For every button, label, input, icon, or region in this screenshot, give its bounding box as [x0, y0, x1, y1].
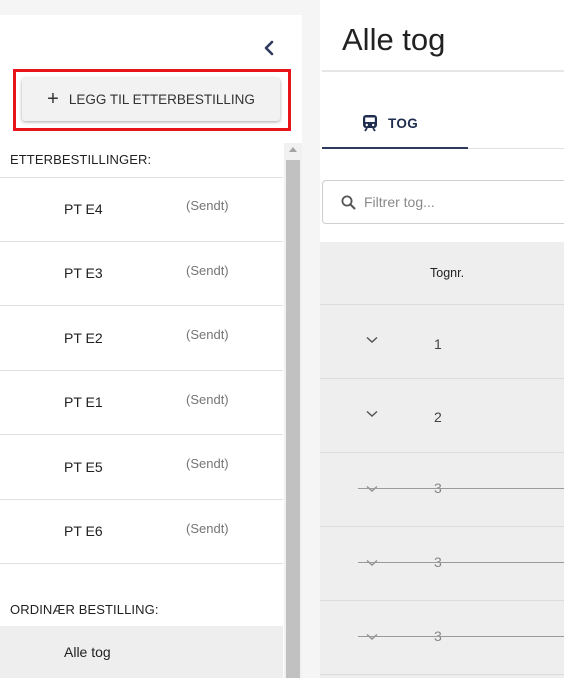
ordinaer-item-alle-tog[interactable]: Alle tog — [0, 626, 283, 678]
chevron-down-icon[interactable] — [366, 485, 378, 493]
strikethrough-line — [358, 488, 564, 489]
item-name: PT E2 — [64, 329, 103, 346]
item-name: PT E4 — [64, 200, 103, 217]
item-status: (Sendt) — [186, 456, 229, 472]
sidebar: + LEGG TIL ETTERBESTILLING ETTERBESTILLI… — [0, 15, 302, 678]
list-item[interactable]: PT E3 (Sendt) — [0, 242, 283, 306]
active-tab-indicator — [322, 147, 468, 149]
tab-tog[interactable]: TOG — [322, 98, 468, 148]
tab-label: TOG — [388, 115, 419, 131]
etterbestilling-list: PT E4 (Sendt) PT E3 (Sendt) PT E2 (Sendt… — [0, 177, 283, 564]
train-icon — [363, 115, 377, 132]
sidebar-scrollbar[interactable] — [284, 143, 302, 678]
section-label-ordinaer: ORDINÆR BESTILLING: — [10, 602, 159, 617]
chevron-down-icon[interactable] — [366, 336, 378, 344]
item-status: (Sendt) — [186, 520, 229, 536]
add-button-label: LEGG TIL ETTERBESTILLING — [68, 92, 255, 107]
scroll-thumb[interactable] — [286, 160, 300, 678]
item-name: PT E6 — [64, 523, 103, 540]
search-icon — [341, 195, 356, 209]
strikethrough-line — [358, 562, 564, 563]
divider — [322, 70, 564, 72]
add-etterbestilling-button[interactable]: + LEGG TIL ETTERBESTILLING — [22, 78, 280, 121]
chevron-down-icon[interactable] — [366, 633, 378, 641]
list-item[interactable]: PT E2 (Sendt) — [0, 306, 283, 371]
strikethrough-line — [358, 636, 564, 637]
divider — [468, 148, 564, 149]
item-status: (Sendt) — [186, 391, 229, 407]
table-row-cancelled[interactable]: 3 — [320, 528, 564, 601]
collapse-sidebar-button[interactable] — [258, 37, 280, 59]
chevron-down-icon[interactable] — [366, 559, 378, 567]
list-item[interactable]: PT E5 (Sendt) — [0, 435, 283, 500]
table-row-cancelled[interactable]: 3 — [320, 454, 564, 527]
table-row[interactable]: 2 — [320, 380, 564, 453]
chevron-down-icon[interactable] — [366, 410, 378, 418]
filter-field[interactable] — [322, 180, 564, 224]
section-label-etterbestillinger: ETTERBESTILLINGER: — [10, 152, 152, 167]
item-status: (Sendt) — [186, 198, 229, 214]
chevron-left-icon — [264, 40, 274, 56]
table-header: Tognr. — [320, 242, 564, 305]
item-name: PT E5 — [64, 458, 103, 475]
train-table: Tognr. 1 2 3 3 3 — [320, 242, 564, 678]
train-number: 1 — [434, 336, 442, 352]
table-row-cancelled[interactable]: 3 — [320, 602, 564, 675]
item-name: PT E1 — [64, 394, 103, 411]
page-title: Alle tog — [342, 22, 446, 57]
plus-icon: + — [47, 87, 59, 110]
list-item[interactable]: PT E1 (Sendt) — [0, 371, 283, 435]
item-status: (Sendt) — [186, 262, 229, 278]
item-name: PT E3 — [64, 265, 103, 282]
filter-input[interactable] — [364, 194, 544, 210]
list-item[interactable]: PT E4 (Sendt) — [0, 177, 283, 242]
main-panel: Alle tog TOG Tognr. 1 2 — [320, 0, 564, 678]
list-item[interactable]: PT E6 (Sendt) — [0, 500, 283, 564]
column-header-tognr[interactable]: Tognr. — [430, 266, 464, 280]
table-row[interactable]: 1 — [320, 306, 564, 379]
item-status: (Sendt) — [186, 327, 229, 343]
scroll-up-arrow-icon[interactable] — [289, 147, 297, 152]
train-number: 2 — [434, 409, 442, 425]
